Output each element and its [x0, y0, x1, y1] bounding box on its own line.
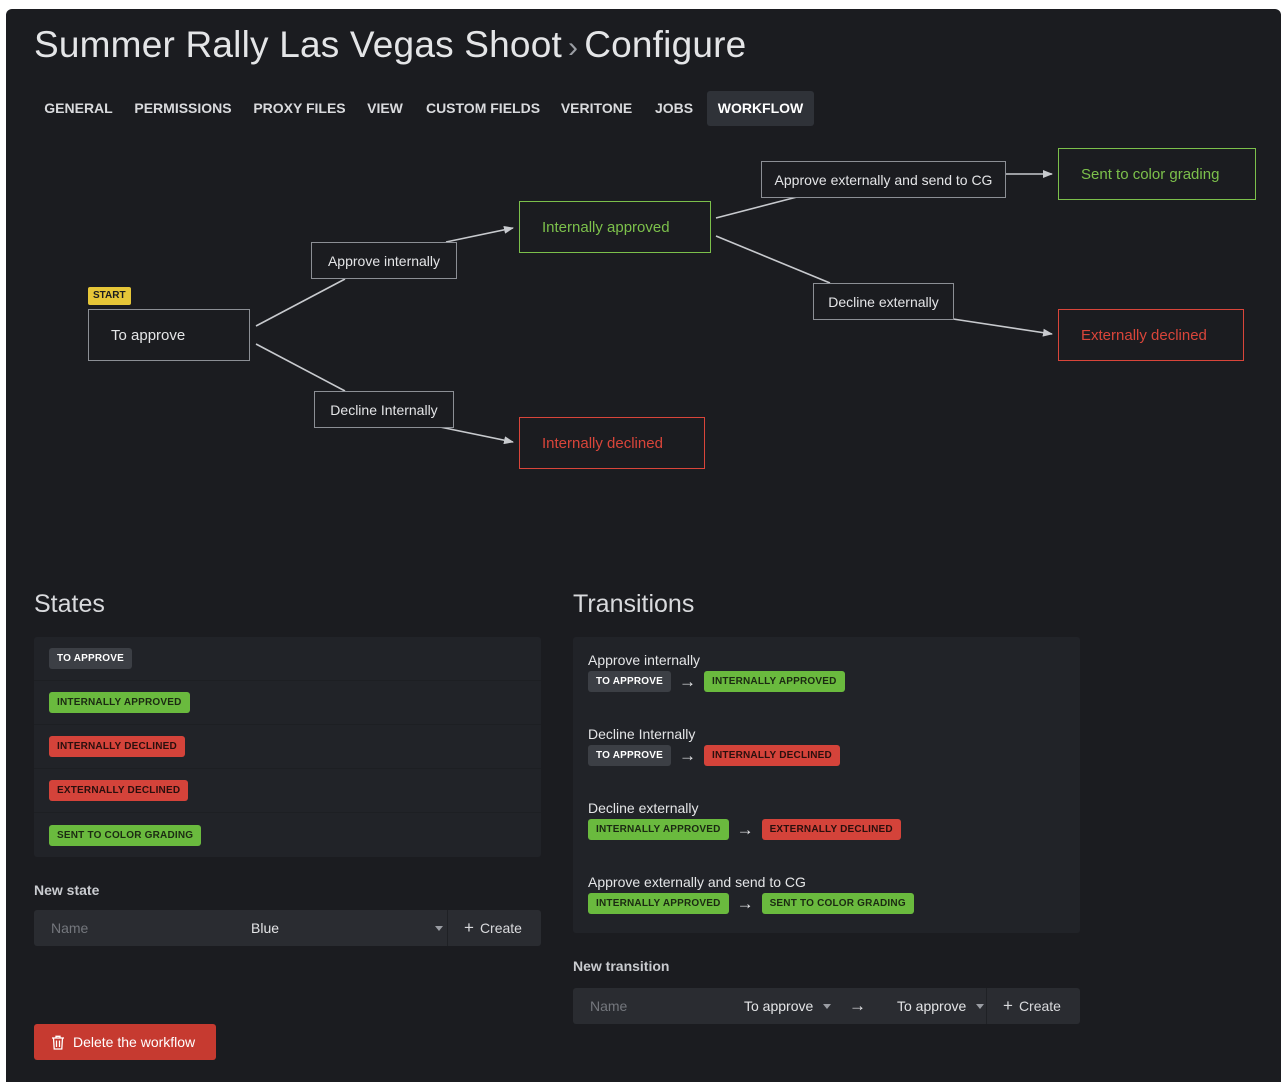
state-pill: EXTERNALLY DECLINED — [49, 780, 189, 801]
workflow-graph — [255, 170, 1053, 445]
delete-workflow-label: Delete the workflow — [73, 1034, 196, 1050]
create-transition-button[interactable]: + Create — [986, 988, 1080, 1024]
node-sent-to-color-grading[interactable]: Sent to color grading — [1058, 148, 1256, 200]
edge-to-approve-approve-internally — [255, 278, 346, 327]
chevron-down-icon[interactable] — [823, 1004, 831, 1009]
state-pill: INTERNALLY DECLINED — [49, 736, 185, 757]
chevron-down-icon[interactable] — [976, 1004, 984, 1009]
create-transition-label: Create — [1018, 998, 1061, 1014]
list-item[interactable]: Decline externally INTERNALLY APPROVED →… — [573, 785, 1080, 859]
from-state-select[interactable]: To approve — [744, 988, 813, 1024]
states-heading: States — [34, 590, 105, 618]
to-state-pill: INTERNALLY DECLINED — [704, 745, 840, 766]
from-state-pill: TO APPROVE — [588, 745, 672, 766]
delete-workflow-button[interactable]: Delete the workflow — [34, 1024, 216, 1060]
new-state-label: New state — [34, 882, 100, 898]
node-to-approve[interactable]: To approve — [88, 309, 250, 361]
states-list: TO APPROVE INTERNALLY APPROVED INTERNALL… — [34, 637, 541, 857]
arrow-right-icon: → — [849, 996, 866, 1015]
to-state-pill: EXTERNALLY DECLINED — [761, 819, 901, 840]
arrow-right-icon: → — [736, 894, 754, 913]
plus-icon: + — [1003, 996, 1013, 1015]
to-state-select[interactable]: To approve — [897, 988, 966, 1024]
chevron-down-icon[interactable] — [435, 926, 443, 931]
trash-icon — [52, 1035, 64, 1050]
edge-label-approve-externally[interactable]: Approve externally and send to CG — [761, 161, 1006, 198]
edge-to-approve-decline-internally — [255, 343, 346, 392]
edge-label-approve-internally[interactable]: Approve internally — [311, 242, 457, 279]
transition-name: Decline externally — [588, 800, 699, 816]
state-pill: SENT TO COLOR GRADING — [49, 824, 202, 846]
transition-name-input[interactable]: Name — [590, 988, 627, 1024]
list-item[interactable]: Approve externally and send to CG INTERN… — [573, 859, 1080, 933]
new-transition-label: New transition — [573, 958, 670, 974]
node-internally-approved[interactable]: Internally approved — [519, 201, 711, 253]
from-state-pill: INTERNALLY APPROVED — [588, 819, 729, 840]
from-state-pill: TO APPROVE — [588, 671, 672, 692]
new-transition-form: Name To approve → To approve + Create — [573, 988, 1080, 1024]
list-item[interactable]: Approve internally TO APPROVE → INTERNAL… — [573, 637, 1080, 711]
arrow-right-icon: → — [736, 820, 754, 839]
from-state-pill: INTERNALLY APPROVED — [588, 893, 729, 914]
state-pill: INTERNALLY APPROVED — [49, 692, 190, 713]
list-item[interactable]: INTERNALLY APPROVED — [34, 681, 541, 725]
transition-name: Decline Internally — [588, 726, 696, 742]
state-name-input[interactable]: Name — [51, 910, 88, 946]
edge-internally-approved-approve-externally — [715, 196, 798, 219]
transitions-list: Approve internally TO APPROVE → INTERNAL… — [573, 637, 1080, 933]
transition-name: Approve internally — [588, 652, 701, 668]
arrow-right-icon: → — [679, 672, 697, 691]
list-item[interactable]: TO APPROVE — [34, 637, 541, 681]
to-state-pill: INTERNALLY APPROVED — [704, 671, 845, 692]
list-item[interactable]: Decline Internally TO APPROVE → INTERNAL… — [573, 711, 1080, 785]
state-color-select[interactable]: Blue — [251, 910, 279, 946]
transition-name: Approve externally and send to CG — [588, 874, 806, 890]
node-internally-declined[interactable]: Internally declined — [519, 417, 705, 469]
new-state-form: Name Blue + Create — [34, 910, 541, 946]
edge-decline-internally-internally-declined — [439, 426, 514, 445]
arrow-right-icon: → — [679, 746, 697, 765]
plus-icon: + — [464, 918, 474, 937]
node-externally-declined[interactable]: Externally declined — [1058, 309, 1244, 361]
edge-internally-approved-decline-externally — [715, 235, 831, 284]
state-pill: TO APPROVE — [49, 648, 133, 669]
list-item[interactable]: SENT TO COLOR GRADING — [34, 813, 541, 857]
to-state-pill: SENT TO COLOR GRADING — [761, 893, 914, 914]
transitions-heading: Transitions — [573, 590, 695, 618]
create-state-button[interactable]: + Create — [447, 910, 541, 946]
create-state-label: Create — [479, 920, 522, 936]
edge-decline-externally-externally-declined — [952, 318, 1053, 337]
start-badge: START — [88, 287, 131, 305]
edge-label-decline-externally[interactable]: Decline externally — [813, 283, 954, 320]
edge-approve-internally-internally-approved — [445, 225, 514, 243]
list-item[interactable]: INTERNALLY DECLINED — [34, 725, 541, 769]
list-item[interactable]: EXTERNALLY DECLINED — [34, 769, 541, 813]
edge-label-decline-internally[interactable]: Decline Internally — [314, 391, 454, 428]
